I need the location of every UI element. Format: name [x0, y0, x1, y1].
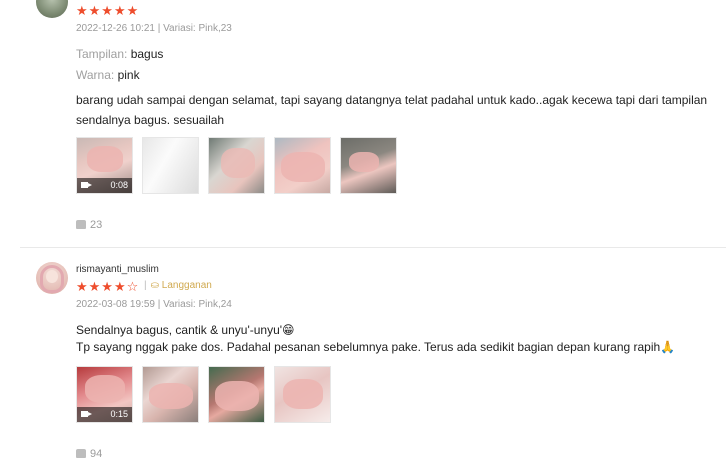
rating-stars: ★★★★☆ [76, 280, 139, 293]
review-video-thumbnail[interactable]: 0:15 [76, 366, 133, 423]
video-camera-icon [81, 411, 92, 417]
review-image-thumbnail[interactable] [208, 366, 265, 423]
thumbs-up-icon[interactable] [76, 449, 86, 458]
review-text-line-2: Tp sayang nggak pake dos. Padahal pesana… [76, 340, 676, 354]
review-image-thumbnail[interactable] [142, 137, 199, 194]
avatar[interactable] [36, 262, 68, 294]
attribute-tampilan: Tampilan: bagus [76, 47, 163, 61]
video-bar: 0:15 [77, 407, 132, 422]
video-camera-icon [81, 182, 92, 188]
rating-stars: ★★★★★ [76, 4, 139, 17]
attribute-key: Warna: [76, 68, 115, 82]
review-image-thumbnail[interactable] [274, 137, 331, 194]
review-divider [20, 247, 726, 248]
like-count[interactable]: 94 [76, 448, 102, 460]
review-image-thumbnail[interactable] [340, 137, 397, 194]
like-count-value: 94 [90, 448, 103, 460]
like-count-value: 23 [90, 219, 103, 231]
attribute-warna: Warna: pink [76, 68, 140, 82]
thumbs-up-icon[interactable] [76, 220, 86, 229]
subscriber-badge: | ⛀ Langganan [144, 280, 212, 291]
review-image-thumbnail[interactable] [142, 366, 199, 423]
review-meta: 2022-03-08 19:59 | Variasi: Pink,24 [76, 299, 232, 310]
video-bar: 0:08 [77, 178, 132, 193]
bag-icon: ⛀ [150, 280, 159, 291]
review-meta: 2022-12-26 10:21 | Variasi: Pink,23 [76, 23, 232, 34]
review-video-thumbnail[interactable]: 0:08 [76, 137, 133, 194]
attribute-value: bagus [130, 47, 164, 61]
review-image-thumbnail[interactable] [274, 366, 331, 423]
like-count[interactable]: 23 [76, 219, 102, 231]
attribute-value: pink [117, 68, 140, 82]
review-text: barang udah sampai dengan selamat, tapi … [76, 93, 708, 127]
rating-stars-filled: ★★★★ [76, 279, 127, 294]
rating-stars-filled: ★★★★★ [76, 3, 140, 18]
attribute-key: Tampilan: [76, 47, 128, 61]
avatar[interactable] [36, 0, 68, 18]
rating-stars-empty: ☆ [126, 279, 140, 294]
badge-label: Langganan [161, 280, 212, 291]
video-duration: 0:15 [110, 409, 128, 419]
review-image-thumbnail[interactable] [208, 137, 265, 194]
video-duration: 0:08 [110, 180, 128, 190]
reviewer-username[interactable]: rismayanti_muslim [76, 264, 159, 275]
